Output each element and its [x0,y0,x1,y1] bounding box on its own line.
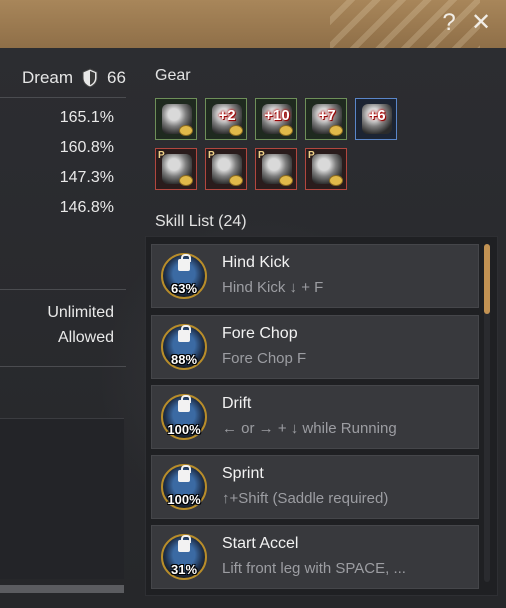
divider [0,97,126,98]
skill-progress: 31% [170,562,198,577]
stat-percentage: 146.8% [59,199,114,216]
help-button[interactable]: ? [436,10,462,36]
gear-slot[interactable]: P [305,148,347,190]
skill-list-label: Skill List (24) [155,213,247,230]
pearl-item-icon: P [308,150,315,161]
skill-item[interactable]: 63% Hind Kick Hind Kick ↓ + F [151,244,479,308]
gear-slot[interactable]: +6 [355,98,397,140]
skill-name: Start Accel [222,535,299,552]
lock-icon [178,535,191,552]
coin-icon [279,125,293,136]
coin-icon [229,175,243,186]
close-icon: ✕ [470,9,492,36]
skill-name: Sprint [222,465,264,482]
skill-command: Fore Chop F [222,350,307,367]
skill-icon: 88% [161,324,207,370]
gear-slot[interactable]: P [205,148,247,190]
coin-icon [279,175,293,186]
skill-progress: 100% [167,422,201,437]
dream-stat: Dream 66 [22,66,126,90]
enhance-level: +2 [218,107,236,124]
misc-value: Allowed [57,329,114,346]
dream-value: 66 [107,68,126,87]
lock-icon [178,254,191,271]
enhance-level: +10 [264,107,290,124]
gear-slot[interactable]: +2 [205,98,247,140]
coin-icon [179,175,193,186]
skill-icon: 100% [161,394,207,440]
skill-icon: 100% [161,464,207,510]
skill-progress: 88% [170,352,198,367]
skill-command: Lift front leg with SPACE, ... [222,560,406,577]
vertical-scrollbar[interactable] [484,244,490,582]
stat-percentage: 160.8% [59,139,114,156]
gear-slot[interactable]: +10 [255,98,297,140]
misc-value: Unlimited [47,304,114,321]
skill-name: Fore Chop [222,325,298,342]
coin-icon [329,175,343,186]
horizontal-scrollbar[interactable] [0,585,124,593]
skill-item[interactable]: 100% Sprint ↑+Shift (Saddle required) [151,455,479,519]
dream-label: Dream [22,68,74,87]
skill-item[interactable]: 88% Fore Chop Fore Chop F [151,315,479,379]
skill-name: Drift [222,395,252,412]
skill-command: ← or → + ↓ while Running [222,420,397,437]
gear-label: Gear [155,67,191,84]
skill-list: 63% Hind Kick Hind Kick ↓ + F 88% Fore C… [145,236,498,596]
skill-name: Hind Kick [222,254,290,271]
left-panel-box [0,418,124,579]
lock-icon [178,395,191,412]
close-button[interactable]: ✕ [468,10,494,36]
enhance-level: +6 [368,107,386,124]
skill-command: ↑+Shift (Saddle required) [222,490,389,507]
skill-progress: 63% [170,281,198,296]
skill-icon: 31% [161,534,207,580]
divider [0,289,126,290]
gear-slot[interactable] [155,98,197,140]
lock-icon [178,325,191,342]
coin-icon [229,125,243,136]
divider [0,366,126,367]
skill-item[interactable]: 31% Start Accel Lift front leg with SPAC… [151,525,479,589]
title-bar: ? ✕ [0,0,506,49]
stat-percentage: 165.1% [59,109,114,126]
pearl-item-icon: P [208,150,215,161]
pearl-item-icon: P [158,150,165,161]
skill-progress: 100% [167,492,201,507]
skill-command: Hind Kick ↓ + F [222,279,324,296]
skill-item[interactable]: 100% Drift ← or → + ↓ while Running [151,385,479,449]
stat-percentage: 147.3% [59,169,114,186]
pearl-item-icon: P [258,150,265,161]
enhance-level: +7 [318,107,336,124]
help-icon: ? [442,9,456,36]
gear-slot[interactable]: +7 [305,98,347,140]
coin-icon [179,125,193,136]
scroll-thumb[interactable] [484,244,490,314]
shield-icon [82,68,98,88]
skill-icon: 63% [161,253,207,299]
gear-slot[interactable]: P [155,148,197,190]
coin-icon [329,125,343,136]
gear-slot[interactable]: P [255,148,297,190]
lock-icon [178,465,191,482]
